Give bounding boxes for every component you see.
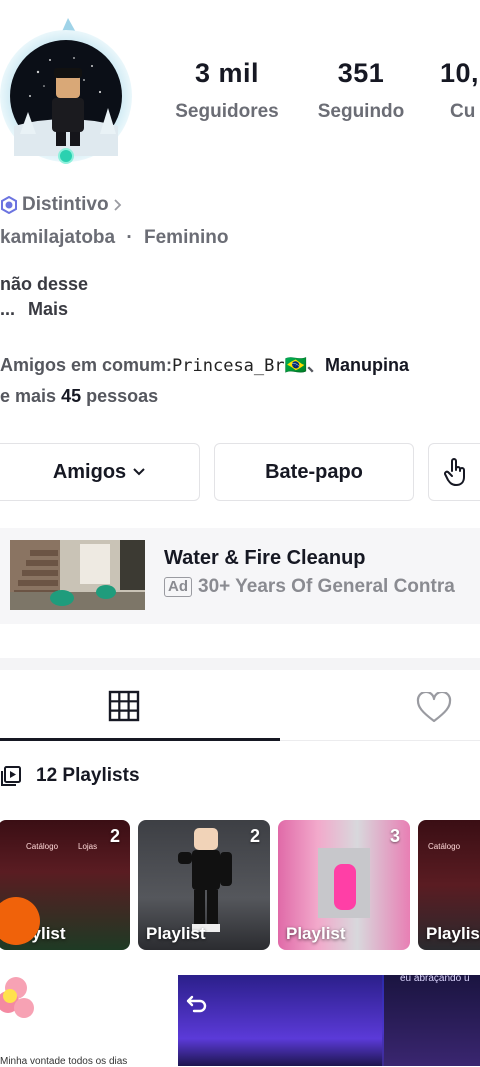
content-tabs: [0, 672, 480, 742]
active-tab-indicator: [0, 738, 280, 741]
tab-videos[interactable]: [108, 690, 140, 727]
flower-icon: [0, 977, 34, 1018]
mutual-friend-2[interactable]: Manupina: [325, 355, 409, 375]
playlist-video-count: 3: [389, 826, 400, 846]
playlist-name: Playlist: [146, 924, 206, 943]
playlist-icon: [1, 766, 21, 786]
followers-count: 3 mil: [194, 58, 260, 88]
following-label: Seguindo: [317, 101, 405, 122]
playlist-video-count: 2: [249, 826, 260, 846]
following-stat[interactable]: 351 Seguindo: [306, 58, 416, 123]
video-thumbnail[interactable]: Minha vontade todos os dias: [0, 970, 170, 1067]
thumb-figure: [334, 864, 356, 910]
chevron-down-icon: [133, 468, 145, 476]
likes-stat[interactable]: 10, Cu: [440, 58, 480, 123]
video-caption: eu abraçando u: [400, 975, 470, 984]
grid-icon: [108, 690, 140, 722]
mutual-friends[interactable]: Amigos em comum:Princesa_Br🇧🇷、Manupina e…: [0, 350, 409, 411]
ad-subtitle: 30+ Years Of General Contra: [198, 576, 455, 597]
friends-button[interactable]: Amigos: [0, 443, 200, 501]
repost-icon: [186, 995, 207, 1013]
friends-button-label: Amigos: [52, 460, 127, 483]
playlist-card[interactable]: 3 Playlist: [278, 820, 410, 950]
mutual-suffix-pre: e mais: [0, 386, 57, 406]
thumb-text: Catálogo: [26, 842, 59, 851]
chat-button-label: Bate-papo: [265, 460, 363, 483]
thumb-text: Catálogo: [428, 842, 461, 851]
playlist-card[interactable]: Catálogo Playlist: [418, 820, 480, 950]
likes-label: Cu: [450, 101, 476, 122]
poke-button[interactable]: [428, 443, 480, 501]
video-caption: Minha vontade todos os dias: [0, 1056, 128, 1067]
following-count: 351: [337, 58, 385, 88]
section-divider: [0, 658, 480, 670]
heart-icon: [416, 690, 452, 723]
ad-thumbnail: [10, 540, 145, 610]
mutual-friend-1[interactable]: Princesa_Br: [172, 356, 285, 376]
badge-icon: [1, 196, 17, 214]
meta-separator: ·: [126, 227, 133, 248]
chevron-right-icon: [113, 199, 121, 211]
followers-label: Seguidores: [175, 101, 279, 122]
thumb-text: Lojas: [78, 842, 98, 851]
playlist-video-count: 2: [109, 826, 120, 846]
avatar-frame-icon: [0, 18, 132, 164]
playlist-name: Playlist: [286, 924, 346, 943]
hand-pointer-icon: [444, 458, 465, 486]
likes-count: 10,: [440, 58, 480, 88]
ad-subtitle-row: Ad 30+ Years Of General Contra: [164, 576, 455, 598]
playlists-count-label: 12 Playlists: [36, 765, 140, 786]
flag-icon: 🇧🇷: [284, 355, 308, 375]
playlist-card[interactable]: 2 Playlist: [138, 820, 270, 950]
mutual-separator: 、: [307, 355, 326, 375]
bio-text: não desse: [0, 274, 89, 294]
video-thumbnail[interactable]: eu abraçando u: [178, 975, 480, 1066]
profile-meta: kamilajatoba · Feminino: [0, 227, 228, 249]
bio-more-link[interactable]: Mais: [28, 299, 68, 319]
video-left-panel: [178, 975, 382, 1066]
ad-title: Water & Fire Cleanup: [164, 547, 366, 569]
tab-liked[interactable]: [416, 690, 452, 729]
chat-button[interactable]: Bate-papo: [214, 443, 414, 501]
bio: não desse ... Mais: [0, 272, 88, 322]
sponsored-ad[interactable]: Water & Fire Cleanup Ad 30+ Years Of Gen…: [0, 528, 480, 624]
playlists-header[interactable]: 12 Playlists: [0, 765, 140, 787]
gender: Feminino: [144, 227, 229, 248]
bio-ellipsis: ...: [0, 299, 16, 319]
username: kamilajatoba: [0, 227, 116, 248]
badge-link[interactable]: Distintivo: [0, 194, 123, 216]
mutual-suffix-post: pessoas: [86, 386, 159, 406]
avatar-figure-icon: [178, 828, 232, 932]
mutual-prefix: Amigos em comum:: [0, 355, 173, 375]
mutual-count: 45: [61, 386, 82, 406]
video-right-panel: [384, 975, 480, 1066]
followers-stat[interactable]: 3 mil Seguidores: [166, 58, 288, 123]
ad-tag: Ad: [164, 577, 192, 597]
profile-avatar[interactable]: [0, 16, 136, 166]
badge-label: Distintivo: [22, 194, 109, 215]
playlist-name: Playlist: [426, 924, 480, 943]
